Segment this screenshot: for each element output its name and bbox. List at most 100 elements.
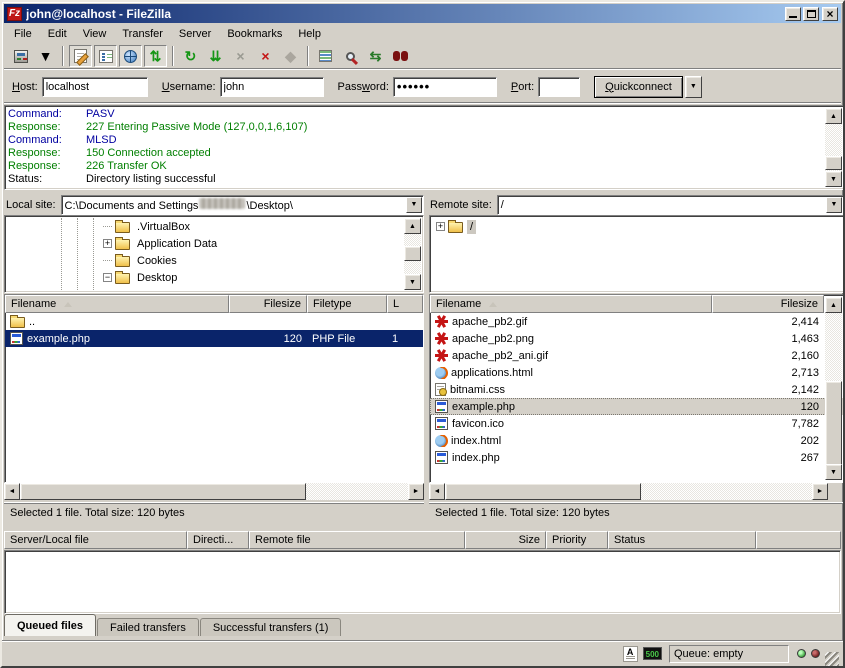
queue-column-serverlocalfile[interactable]: Server/Local file [4, 531, 187, 549]
transfer-queue-header: Server/Local fileDirecti...Remote fileSi… [4, 531, 841, 550]
local-site-combobox[interactable]: C:\Documents and Settings\Desktop\ ▼ [61, 195, 424, 215]
file-search-button[interactable] [339, 45, 362, 67]
file-cell-name: apache_pb2_ani.gif [430, 349, 712, 362]
tree-guide [77, 218, 78, 290]
file-row[interactable]: example.php120PHP File1 [5, 330, 423, 347]
file-row[interactable]: applications.html2,713 [430, 364, 844, 381]
tree-item[interactable]: .VirtualBox [7, 218, 402, 235]
combo-dropdown-button[interactable]: ▼ [406, 197, 422, 213]
remote-horizontal-scrollbar[interactable]: ◄ ► [429, 483, 828, 500]
scroll-down-button[interactable]: ▼ [404, 274, 421, 290]
collapse-minus-icon[interactable]: − [103, 273, 112, 282]
menu-item-server[interactable]: Server [171, 26, 219, 42]
local-tree-scrollbar[interactable]: ▲ ▼ [404, 218, 421, 290]
file-row[interactable]: index.html202 [430, 432, 844, 449]
message-log-scrollbar[interactable]: ▲ ▼ [825, 108, 842, 187]
remote-selection-status: Selected 1 file. Total size: 120 bytes [429, 502, 845, 522]
column-header-filename[interactable]: Filename [5, 295, 229, 313]
file-row[interactable]: favicon.ico7,782 [430, 415, 844, 432]
site-manager-dropdown-button[interactable]: ▼ [34, 45, 57, 67]
directory-listing-filters-button[interactable] [314, 45, 337, 67]
toggle-transfer-queue-button[interactable]: ⇅ [144, 45, 167, 67]
file-cell-size: 7,782 [712, 418, 824, 430]
remote-directory-tree: +/ [429, 215, 845, 293]
scroll-thumb[interactable] [20, 483, 306, 500]
column-header-l[interactable]: L [387, 295, 423, 313]
toggle-local-tree-button[interactable] [94, 45, 117, 67]
queue-column-remotefile[interactable]: Remote file [249, 531, 465, 549]
file-row[interactable]: apache_pb2.png1,463 [430, 330, 844, 347]
minimize-button[interactable] [785, 7, 801, 21]
column-header-filetype[interactable]: Filetype [307, 295, 387, 313]
resize-grip[interactable] [825, 652, 839, 666]
tree-connector [103, 260, 112, 261]
queue-column-priority[interactable]: Priority [546, 531, 608, 549]
remote-site-combobox[interactable]: / ▼ [497, 195, 844, 215]
port-input[interactable] [538, 77, 580, 97]
disconnect-button[interactable]: × [254, 45, 277, 67]
toggle-message-log-button[interactable] [69, 45, 92, 67]
quickconnect-dropdown-button[interactable]: ▼ [685, 76, 702, 98]
html-file-icon [435, 367, 447, 379]
password-input[interactable] [393, 77, 497, 97]
file-row[interactable]: index.php267 [430, 449, 844, 466]
column-header-filename[interactable]: Filename [430, 295, 712, 313]
file-row[interactable]: apache_pb2.gif2,414 [430, 313, 844, 330]
queue-column-directi[interactable]: Directi... [187, 531, 249, 549]
menu-item-view[interactable]: View [75, 26, 115, 42]
maximize-button[interactable] [803, 7, 819, 21]
expand-plus-icon[interactable]: + [436, 222, 445, 231]
scroll-thumb[interactable] [825, 156, 842, 170]
column-header-filesize[interactable]: Filesize [229, 295, 307, 313]
quickconnect-button[interactable]: Quickconnect [594, 76, 683, 98]
scroll-left-button[interactable]: ◄ [429, 483, 445, 500]
synchronized-browsing-button[interactable]: ⇆ [364, 45, 387, 67]
queue-column-status[interactable]: Status [608, 531, 756, 549]
file-row[interactable]: bitnami.css2,142 [430, 381, 844, 398]
tab-queued-files[interactable]: Queued files [4, 614, 96, 636]
scroll-thumb[interactable] [404, 246, 421, 261]
host-input[interactable] [42, 77, 148, 97]
refresh-button[interactable]: ↻ [179, 45, 202, 67]
tree-item[interactable]: −Desktop [7, 269, 402, 286]
scroll-thumb[interactable] [825, 381, 842, 465]
file-row[interactable]: .. [5, 313, 423, 330]
title-bar[interactable]: Fz john@localhost - FileZilla × [4, 4, 841, 23]
transfer-queue-list[interactable] [4, 550, 841, 614]
tree-item[interactable]: +Application Data [7, 235, 402, 252]
menu-item-help[interactable]: Help [290, 26, 329, 42]
close-button[interactable]: × [822, 7, 838, 21]
process-queue-button[interactable]: ⇊ [204, 45, 227, 67]
username-input[interactable] [220, 77, 324, 97]
tree-item[interactable]: Cookies [7, 252, 402, 269]
tree-item[interactable]: +/ [432, 218, 823, 235]
cancel-button: × [229, 45, 252, 67]
scroll-left-button[interactable]: ◄ [4, 483, 20, 500]
chevron-down-icon: ▼ [690, 83, 697, 90]
scroll-down-button[interactable]: ▼ [825, 171, 842, 187]
site-manager-button[interactable] [9, 45, 32, 67]
menu-item-bookmarks[interactable]: Bookmarks [219, 26, 290, 42]
queue-column-size[interactable]: Size [465, 531, 546, 549]
scroll-up-button[interactable]: ▲ [825, 297, 842, 313]
menu-item-file[interactable]: File [6, 26, 40, 42]
scroll-right-button[interactable]: ► [408, 483, 424, 500]
scroll-up-button[interactable]: ▲ [404, 218, 421, 234]
compare-directories-button[interactable] [389, 45, 412, 67]
scroll-down-button[interactable]: ▼ [825, 464, 842, 480]
local-horizontal-scrollbar[interactable]: ◄ ► [4, 483, 424, 500]
file-row[interactable]: apache_pb2_ani.gif2,160 [430, 347, 844, 364]
tab-failed-transfers[interactable]: Failed transfers [97, 618, 199, 636]
expand-plus-icon[interactable]: + [103, 239, 112, 248]
menu-item-transfer[interactable]: Transfer [114, 26, 171, 42]
scroll-up-button[interactable]: ▲ [825, 108, 842, 124]
column-header-filesize[interactable]: Filesize [712, 295, 824, 313]
remote-file-list-scrollbar[interactable]: ▲ ▼ [825, 297, 842, 480]
scroll-right-button[interactable]: ► [812, 483, 828, 500]
menu-item-edit[interactable]: Edit [40, 26, 75, 42]
file-row[interactable]: example.php120 [430, 398, 844, 415]
scroll-thumb[interactable] [445, 483, 641, 500]
tab-successful-transfers-1-[interactable]: Successful transfers (1) [200, 618, 342, 636]
combo-dropdown-button[interactable]: ▼ [826, 197, 842, 213]
toggle-remote-tree-button[interactable] [119, 45, 142, 67]
